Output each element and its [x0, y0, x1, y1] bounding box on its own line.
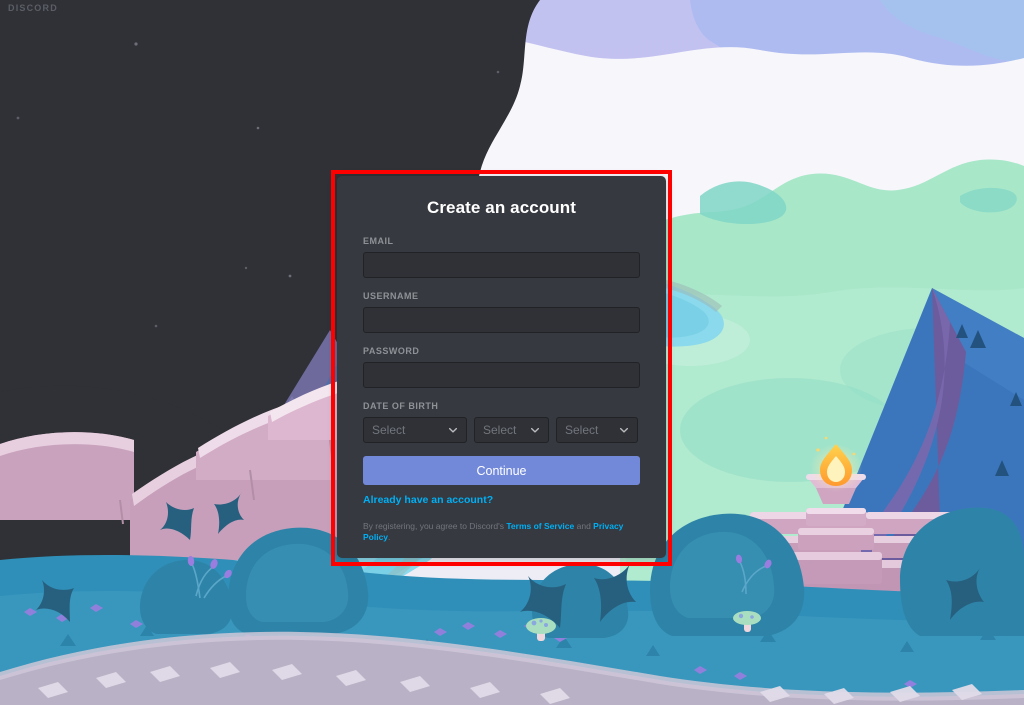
- register-panel: Create an account EMAIL USERNAME PASSWOR…: [337, 176, 666, 558]
- chevron-down-icon: [448, 425, 458, 435]
- field-email: EMAIL: [363, 236, 640, 278]
- continue-button[interactable]: Continue: [363, 456, 640, 485]
- date-of-birth-label: DATE OF BIRTH: [363, 401, 439, 411]
- field-username: USERNAME: [363, 291, 640, 333]
- discord-register-screen: DISCORD Create an account EMAIL USERNAME…: [0, 0, 1024, 705]
- page-title: Create an account: [426, 198, 577, 217]
- password-input[interactable]: [363, 362, 640, 388]
- birth-year-value: Select: [565, 423, 599, 437]
- birth-day-select[interactable]: Select: [474, 417, 549, 443]
- legal-prefix: By registering, you agree to Discord's: [363, 521, 507, 531]
- email-label: EMAIL: [363, 236, 394, 246]
- legal-disclaimer: By registering, you agree to Discord's T…: [363, 521, 640, 543]
- discord-wordmark: DISCORD: [8, 3, 58, 13]
- username-label: USERNAME: [363, 291, 419, 301]
- legal-suffix: .: [388, 532, 391, 543]
- birth-year-select[interactable]: Select: [556, 417, 638, 443]
- birth-day-value: Select: [483, 423, 517, 437]
- chevron-down-icon: [530, 425, 540, 435]
- legal-conjunction: and: [574, 521, 594, 531]
- birth-month-value: Select: [372, 423, 406, 437]
- field-password: PASSWORD: [363, 346, 640, 388]
- chevron-down-icon: [619, 425, 629, 435]
- date-of-birth-row: Select Select Select: [363, 417, 640, 443]
- already-have-account-link[interactable]: Already have an account?: [363, 494, 493, 506]
- password-label: PASSWORD: [363, 346, 420, 356]
- field-date-of-birth: DATE OF BIRTH Select Select Select: [363, 401, 640, 443]
- username-input[interactable]: [363, 307, 640, 333]
- email-input[interactable]: [363, 252, 640, 278]
- terms-of-service-link[interactable]: Terms of Service: [506, 521, 574, 531]
- birth-month-select[interactable]: Select: [363, 417, 467, 443]
